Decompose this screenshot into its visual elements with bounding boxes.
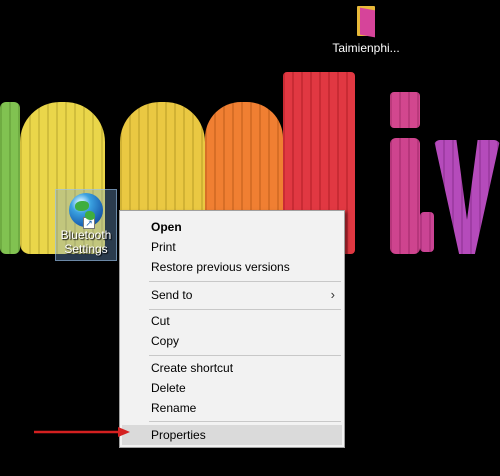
menu-item-create-shortcut[interactable]: Create shortcut bbox=[122, 358, 342, 378]
bluetooth-settings-label: Bluetooth Settings bbox=[60, 228, 112, 256]
menu-item-rename[interactable]: Rename bbox=[122, 398, 342, 418]
menu-separator bbox=[149, 355, 341, 356]
chevron-right-icon: › bbox=[330, 287, 335, 302]
bluetooth-settings-shortcut[interactable]: ↗ Bluetooth Settings bbox=[55, 189, 117, 261]
menu-item-copy[interactable]: Copy bbox=[122, 331, 342, 351]
menu-item-properties[interactable]: Properties bbox=[122, 425, 342, 445]
folder-shortcut-icon[interactable]: Taimienphi... bbox=[331, 6, 401, 55]
menu-item-cut[interactable]: Cut bbox=[122, 311, 342, 331]
folder-label: Taimienphi... bbox=[332, 41, 400, 55]
menu-separator bbox=[149, 281, 341, 282]
globe-icon: ↗ bbox=[69, 193, 103, 229]
wallpaper-letter bbox=[0, 102, 20, 254]
folder-icon bbox=[355, 6, 377, 38]
wallpaper-letter bbox=[420, 212, 434, 252]
red-arrow-annotation bbox=[34, 427, 130, 437]
menu-item-delete[interactable]: Delete bbox=[122, 378, 342, 398]
menu-separator bbox=[149, 309, 341, 310]
menu-separator bbox=[149, 421, 341, 422]
wallpaper-letter bbox=[390, 138, 420, 254]
menu-item-send-to[interactable]: Send to › bbox=[122, 285, 342, 305]
wallpaper-letter bbox=[390, 92, 420, 128]
wallpaper-letter bbox=[434, 140, 500, 254]
menu-item-print[interactable]: Print bbox=[122, 237, 342, 257]
menu-item-label: Send to bbox=[151, 288, 193, 302]
context-menu: Open Print Restore previous versions Sen… bbox=[119, 210, 345, 448]
shortcut-arrow-icon: ↗ bbox=[83, 217, 95, 229]
menu-item-open[interactable]: Open bbox=[122, 217, 342, 237]
menu-item-restore-previous-versions[interactable]: Restore previous versions bbox=[122, 257, 342, 277]
